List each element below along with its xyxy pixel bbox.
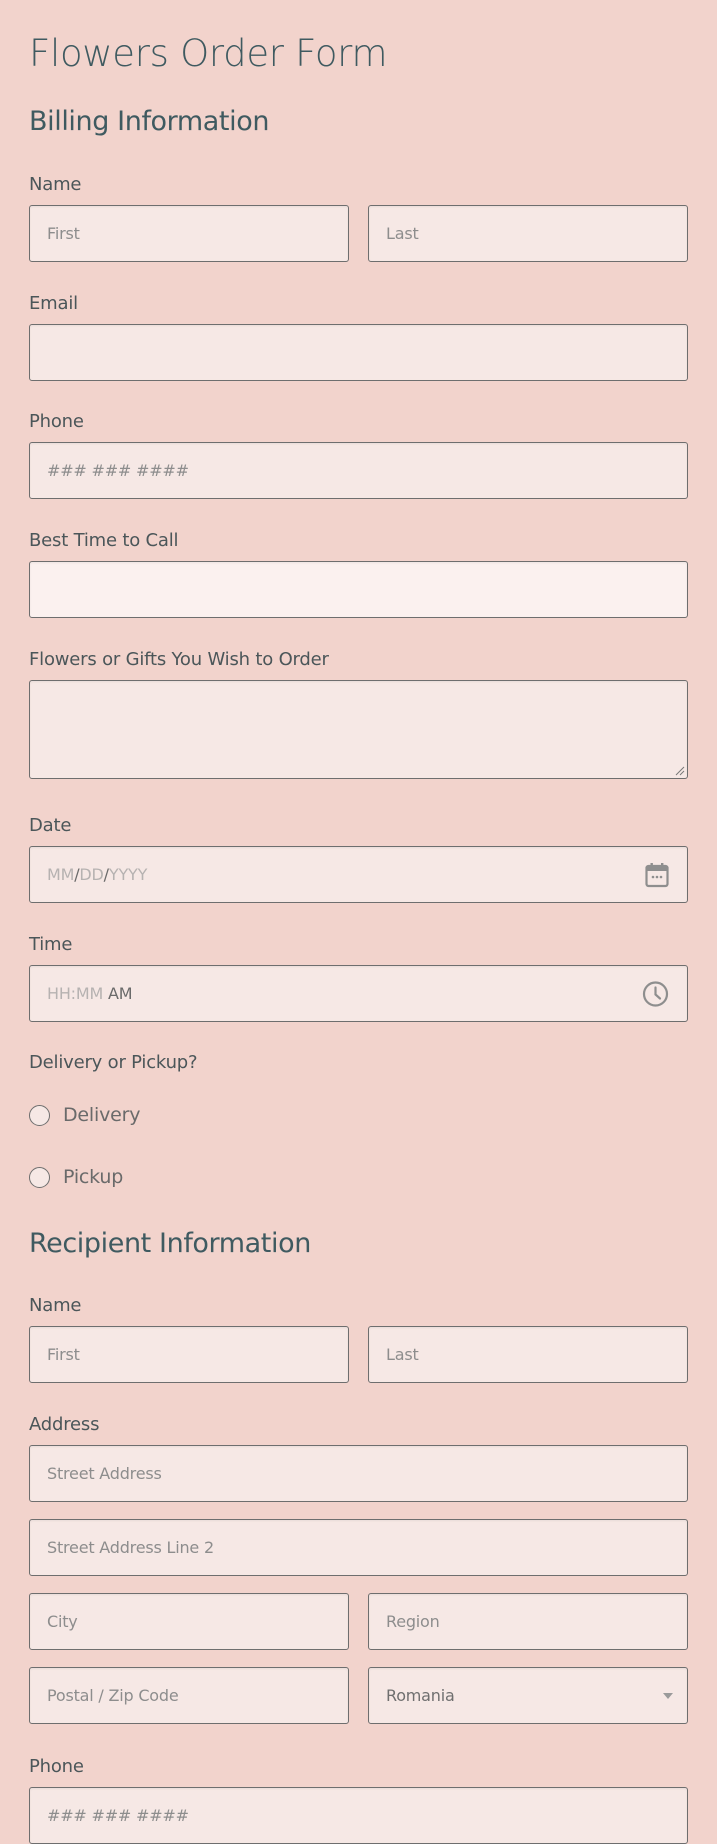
time-label: Time: [29, 934, 73, 955]
resize-handle-icon[interactable]: [675, 766, 685, 776]
recipient-name-label: Name: [29, 1295, 82, 1316]
billing-email-input[interactable]: [29, 324, 688, 381]
time-input[interactable]: HH:MM AM: [29, 965, 688, 1022]
country-selected-value: Romania: [386, 1686, 455, 1705]
billing-last-name-input[interactable]: Last: [368, 205, 688, 262]
radio-pickup[interactable]: [29, 1166, 50, 1188]
street-address-line2-placeholder: Street Address Line 2: [47, 1538, 214, 1557]
form-title: Flowers Order Form: [29, 32, 388, 75]
best-time-label: Best Time to Call: [29, 530, 179, 551]
radio-pickup-label[interactable]: Pickup: [63, 1166, 123, 1188]
radio-delivery[interactable]: [29, 1104, 50, 1126]
date-month-segment: MM: [47, 865, 75, 884]
city-placeholder: City: [47, 1612, 78, 1631]
radio-option-delivery[interactable]: Delivery: [29, 1104, 140, 1126]
recipient-phone-input[interactable]: ### ### ####: [29, 1787, 688, 1844]
recipient-last-name-input[interactable]: Last: [368, 1326, 688, 1383]
time-placeholder: HH:MM AM: [47, 984, 133, 1003]
radio-option-pickup[interactable]: Pickup: [29, 1166, 123, 1188]
region-input[interactable]: Region: [368, 1593, 688, 1650]
order-items-label: Flowers or Gifts You Wish to Order: [29, 649, 329, 670]
billing-phone-label: Phone: [29, 411, 84, 432]
billing-phone-input[interactable]: ### ### ####: [29, 442, 688, 499]
best-time-input[interactable]: [29, 561, 688, 618]
billing-email-label: Email: [29, 293, 78, 314]
recipient-phone-label: Phone: [29, 1756, 84, 1777]
country-select[interactable]: Romania: [368, 1667, 688, 1724]
recipient-section-heading: Recipient Information: [29, 1228, 311, 1259]
recipient-address-label: Address: [29, 1414, 100, 1435]
order-items-textarea[interactable]: [29, 680, 688, 779]
recipient-first-name-placeholder: First: [47, 1345, 80, 1364]
radio-delivery-label[interactable]: Delivery: [63, 1104, 140, 1126]
billing-phone-placeholder: ### ### ####: [47, 461, 189, 480]
postal-code-placeholder: Postal / Zip Code: [47, 1686, 179, 1705]
date-day-segment: DD: [79, 865, 104, 884]
date-label: Date: [29, 815, 72, 836]
clock-icon[interactable]: [642, 980, 669, 1007]
date-input[interactable]: MM/DD/YYYY: [29, 846, 688, 903]
calendar-icon[interactable]: [645, 862, 669, 888]
region-placeholder: Region: [386, 1612, 440, 1631]
street-address-placeholder: Street Address: [47, 1464, 162, 1483]
time-hhmm-segment: HH:MM: [47, 984, 104, 1003]
recipient-phone-placeholder: ### ### ####: [47, 1806, 189, 1825]
street-address-line2-input[interactable]: Street Address Line 2: [29, 1519, 688, 1576]
date-year-segment: YYYY: [108, 865, 148, 884]
postal-code-input[interactable]: Postal / Zip Code: [29, 1667, 349, 1724]
billing-section-heading: Billing Information: [29, 106, 270, 137]
billing-last-name-placeholder: Last: [386, 224, 419, 243]
billing-name-label: Name: [29, 174, 82, 195]
billing-first-name-placeholder: First: [47, 224, 80, 243]
billing-first-name-input[interactable]: First: [29, 205, 349, 262]
time-ampm-segment: AM: [107, 984, 133, 1003]
street-address-input[interactable]: Street Address: [29, 1445, 688, 1502]
date-placeholder: MM/DD/YYYY: [47, 865, 147, 884]
recipient-last-name-placeholder: Last: [386, 1345, 419, 1364]
recipient-first-name-input[interactable]: First: [29, 1326, 349, 1383]
chevron-down-icon[interactable]: [663, 1692, 673, 1699]
city-input[interactable]: City: [29, 1593, 349, 1650]
delivery-pickup-label: Delivery or Pickup?: [29, 1052, 198, 1073]
